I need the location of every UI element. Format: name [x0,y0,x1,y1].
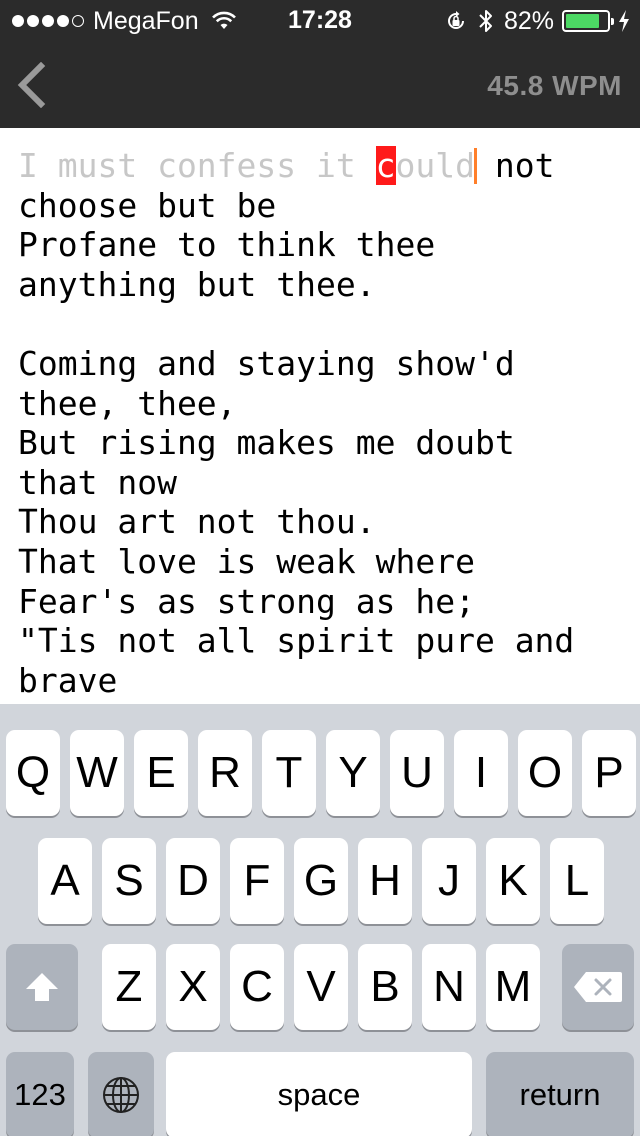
key-label: V [306,962,336,1011]
typed-text: I must confess it [18,146,376,185]
key-label: G [303,856,339,905]
key-h[interactable]: H [358,838,412,924]
rotation-lock-icon [447,11,464,29]
current-character: c [375,146,396,185]
delete-key[interactable] [562,944,634,1030]
key-z[interactable]: Z [102,944,156,1030]
key-label: M [494,962,532,1011]
key-label: K [498,856,528,905]
key-e[interactable]: E [134,730,188,816]
battery-icon [562,10,614,32]
key-label: Z [115,962,143,1011]
backspace-icon [574,972,622,1002]
key-label: Y [338,748,368,797]
charging-bolt-icon [619,10,629,32]
key-label: T [275,748,303,797]
key-label: Q [15,748,51,797]
key-r[interactable]: R [198,730,252,816]
shift-key[interactable] [6,944,78,1030]
key-o[interactable]: O [518,730,572,816]
key-label: L [564,856,590,905]
key-u[interactable]: U [390,730,444,816]
globe-key[interactable] [88,1052,154,1136]
key-m[interactable]: M [486,944,540,1030]
key-label: P [594,748,624,797]
key-a[interactable]: A [38,838,92,924]
key-label: X [178,962,208,1011]
keyboard: Q W E R T Y U I O P A S D F G H J K L Z X C V B N M 123 space return [0,704,640,1136]
key-v[interactable]: V [294,944,348,1030]
app-header: MegaFon 17:28 82% 45.8 WPM [0,0,640,128]
key-label: J [438,856,460,905]
key-j[interactable]: J [422,838,476,924]
key-label: U [401,748,433,797]
remaining-text: not choose but be Profane to think thee … [18,146,575,700]
key-label: B [370,962,400,1011]
battery-level [566,14,599,28]
key-label: W [76,748,118,797]
bluetooth-icon [479,10,492,32]
key-label: H [369,856,401,905]
key-q[interactable]: Q [6,730,60,816]
key-label: space [277,1077,361,1112]
key-n[interactable]: N [422,944,476,1030]
key-label: D [177,856,209,905]
back-button[interactable] [14,62,50,108]
status-bar: MegaFon 17:28 82% [0,0,640,40]
key-c[interactable]: C [230,944,284,1030]
key-l[interactable]: L [550,838,604,924]
typed-text-after: ould [395,146,475,185]
key-label: S [114,856,144,905]
key-label: A [50,856,80,905]
key-f[interactable]: F [230,838,284,924]
key-p[interactable]: P [582,730,636,816]
key-y[interactable]: Y [326,730,380,816]
key-label: I [474,748,488,797]
numbers-key[interactable]: 123 [6,1052,74,1136]
key-t[interactable]: T [262,730,316,816]
key-b[interactable]: B [358,944,412,1030]
key-w[interactable]: W [70,730,124,816]
shift-icon [26,973,58,1001]
key-label: N [433,962,465,1011]
key-d[interactable]: D [166,838,220,924]
key-g[interactable]: G [294,838,348,924]
wpm-counter: 45.8 WPM [487,70,622,101]
status-right: 82% [444,6,630,36]
key-k[interactable]: K [486,838,540,924]
key-x[interactable]: X [166,944,220,1030]
key-i[interactable]: I [454,730,508,816]
key-label: E [146,748,176,797]
key-label: R [209,748,241,797]
typing-text-area[interactable]: I must confess it could not choose but b… [0,128,640,704]
chevron-left-icon [17,62,46,108]
key-label: return [519,1077,601,1112]
key-label: 123 [14,1077,66,1112]
key-s[interactable]: S [102,838,156,924]
battery-percent: 82% [503,6,554,35]
key-label: F [243,856,271,905]
key-label: O [527,748,563,797]
globe-icon [103,1077,139,1113]
space-key[interactable]: space [166,1052,472,1136]
key-label: C [241,962,273,1011]
return-key[interactable]: return [486,1052,634,1136]
